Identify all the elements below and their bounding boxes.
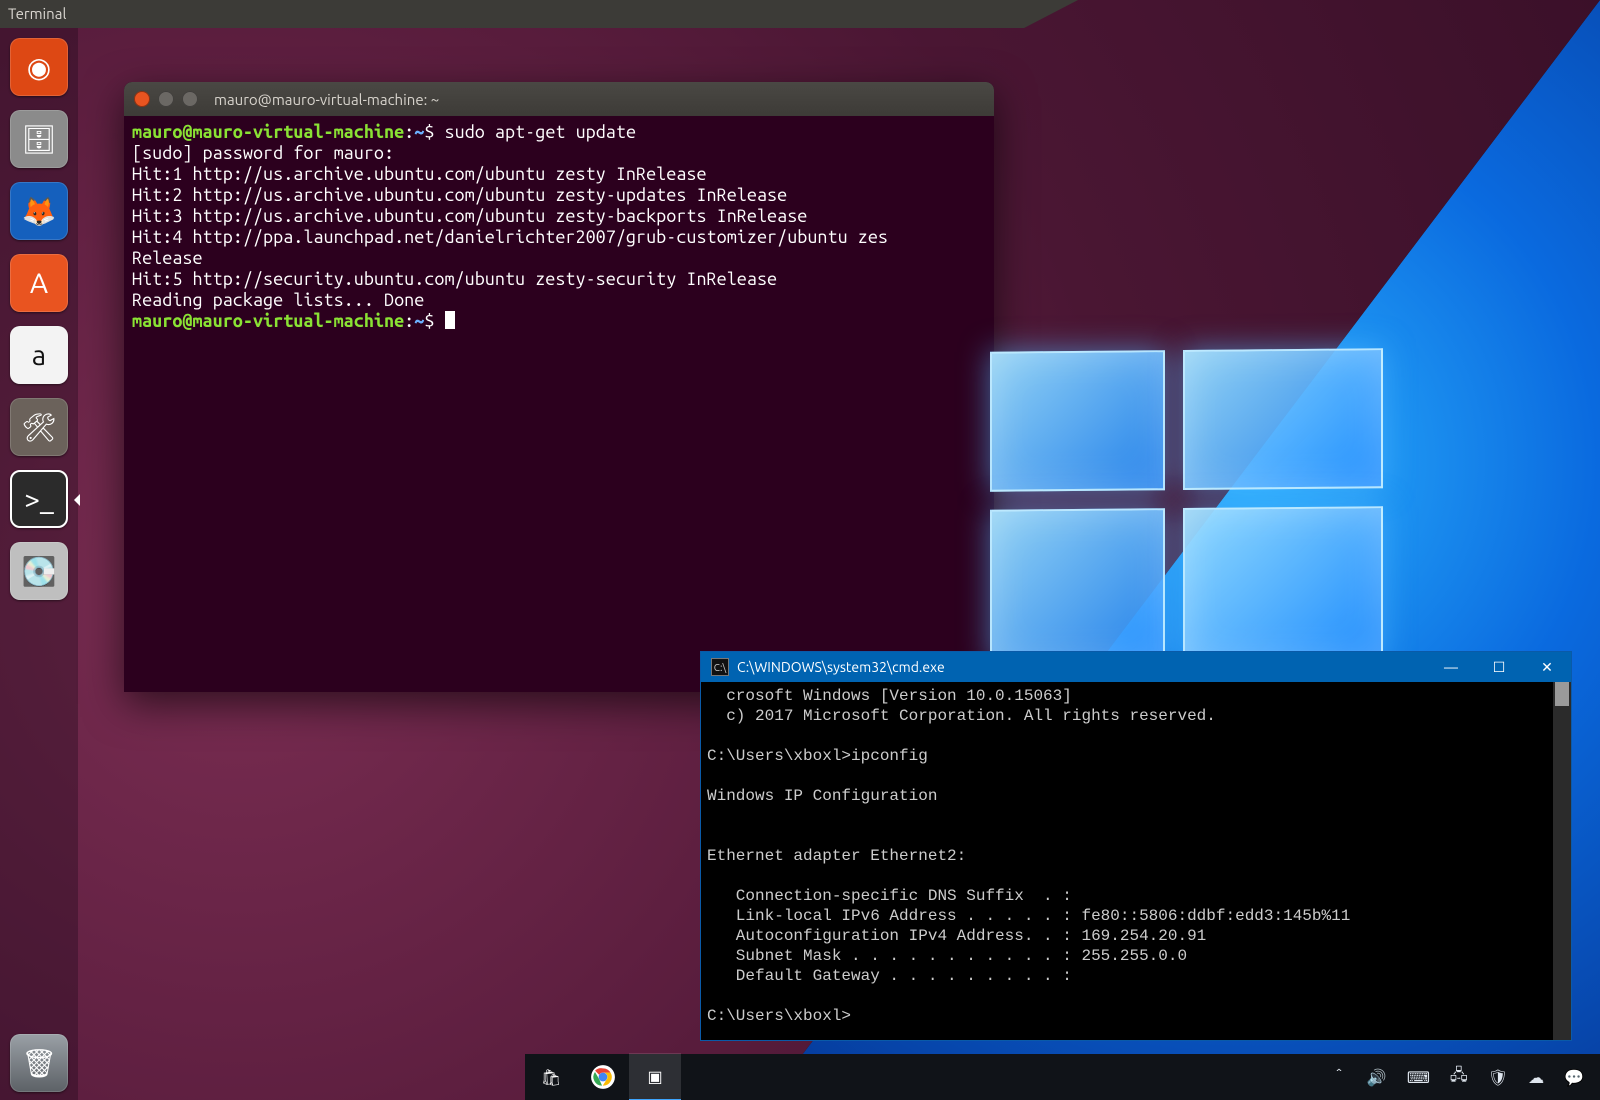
launcher-software-icon[interactable]: A	[10, 254, 68, 312]
unity-launcher: ◉ 🗄 🦊 Aa 🛠 >_ 💽 🗑	[0, 28, 78, 1100]
cmd-icon: C:\	[711, 658, 729, 676]
minimize-button[interactable]: —	[1427, 652, 1475, 682]
tray-action-center-icon[interactable]: 💬	[1564, 1068, 1584, 1087]
tray-keyboard-icon[interactable]: ⌨	[1407, 1068, 1430, 1087]
close-icon[interactable]	[134, 91, 150, 107]
windows-logo	[990, 348, 1383, 664]
scrollbar[interactable]	[1553, 682, 1571, 1040]
maximize-button[interactable]: ☐	[1475, 652, 1523, 682]
launcher-devices-icon[interactable]: 💽	[10, 542, 68, 600]
maximize-icon[interactable]	[182, 91, 198, 107]
terminal-title-text: mauro@mauro-virtual-machine: ~	[214, 91, 439, 108]
composite-desktop-screenshot: Terminal ◉ 🗄 🦊 Aa 🛠 >_ 💽 🗑 mauro@mauro-virtual-…	[0, 0, 1600, 1100]
tray-volume-icon[interactable]: 🔊	[1367, 1068, 1387, 1087]
tray-network-icon[interactable]: 🖧	[1450, 1064, 1468, 1091]
taskbar-cmd-icon[interactable]: ▣	[629, 1053, 681, 1100]
launcher-amazon-icon[interactable]: a	[10, 326, 68, 384]
windows-taskbar: 🛍 ▣ ＾ 🔊 ⌨ 🖧 🛡 ☁ 💬	[525, 1054, 1600, 1100]
launcher-files-icon[interactable]: 🗄	[10, 110, 68, 168]
taskbar-store-icon[interactable]: 🛍	[525, 1054, 577, 1100]
terminal-titlebar[interactable]: mauro@mauro-virtual-machine: ~	[124, 82, 994, 116]
launcher-settings-icon[interactable]: 🛠	[10, 398, 68, 456]
launcher-ubuntu-dash-icon[interactable]: ◉	[10, 38, 68, 96]
tray-tray-chevron-icon[interactable]: ＾	[1331, 1065, 1347, 1089]
ubuntu-menu-bar: Terminal	[0, 0, 1078, 28]
close-button[interactable]: ✕	[1523, 652, 1571, 682]
tray-defender-icon[interactable]: 🛡	[1488, 1068, 1508, 1087]
cmd-titlebar[interactable]: C:\ C:\WINDOWS\system32\cmd.exe — ☐ ✕	[701, 652, 1571, 682]
taskbar-chrome-icon[interactable]	[577, 1054, 629, 1100]
active-app-name: Terminal	[8, 5, 66, 22]
cmd-output[interactable]: crosoft Windows [Version 10.0.15063] c) …	[701, 682, 1571, 1040]
terminal-output[interactable]: mauro@mauro-virtual-machine:~$ sudo apt-…	[124, 116, 994, 692]
launcher-trash-icon[interactable]: 🗑	[10, 1034, 68, 1092]
cmd-title-text: C:\WINDOWS\system32\cmd.exe	[737, 659, 945, 675]
scrollbar-thumb[interactable]	[1555, 682, 1569, 706]
cmd-window[interactable]: C:\ C:\WINDOWS\system32\cmd.exe — ☐ ✕ cr…	[700, 651, 1572, 1041]
gnome-terminal-window[interactable]: mauro@mauro-virtual-machine: ~ mauro@mau…	[124, 82, 994, 692]
launcher-terminal-icon[interactable]: >_	[10, 470, 68, 528]
launcher-firefox-icon[interactable]: 🦊	[10, 182, 68, 240]
minimize-icon[interactable]	[158, 91, 174, 107]
tray-onedrive-icon[interactable]: ☁	[1528, 1068, 1544, 1087]
